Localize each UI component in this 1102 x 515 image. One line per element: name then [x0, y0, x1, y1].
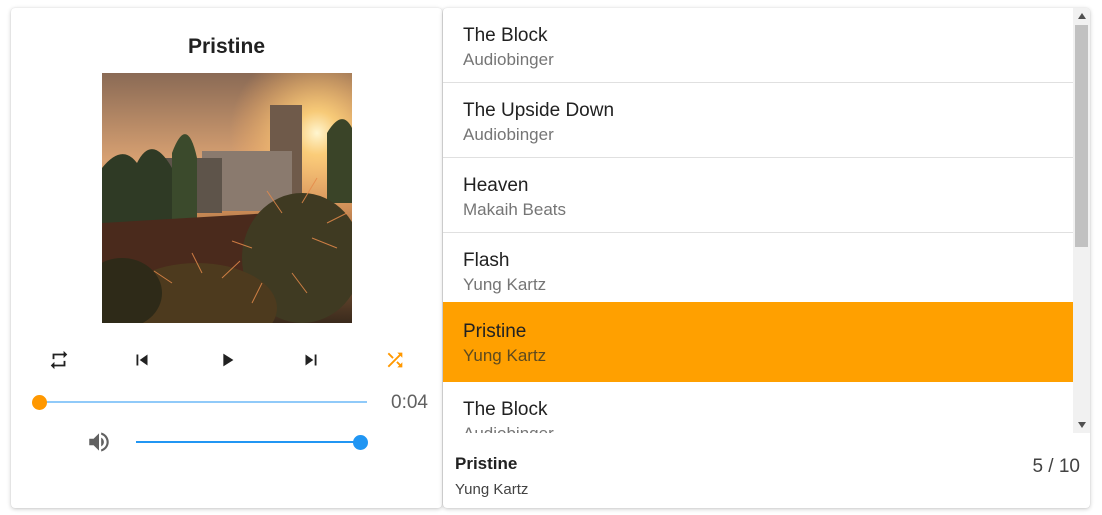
playback-controls: [11, 345, 442, 375]
item-artist: Yung Kartz: [463, 346, 547, 365]
playlist: The Block Audiobinger The Upside Down Au…: [443, 8, 1073, 433]
volume-thumb[interactable]: [353, 435, 368, 450]
progress-thumb[interactable]: [32, 395, 47, 410]
playlist-item[interactable]: The Block Audiobinger: [443, 382, 1073, 433]
previous-button[interactable]: [127, 345, 157, 375]
playlist-item[interactable]: Flash Yung Kartz: [443, 233, 1073, 308]
volume-track[interactable]: [136, 441, 360, 443]
now-playing-title: Pristine: [455, 454, 518, 473]
item-artist: Makaih Beats: [463, 200, 566, 219]
arrow-down-icon: [1077, 422, 1086, 428]
track-counter: 5 / 10: [1032, 456, 1080, 477]
repeat-icon: [50, 350, 68, 370]
scroll-up-button[interactable]: [1073, 8, 1090, 24]
play-icon: [223, 353, 234, 367]
progress-track[interactable]: [39, 401, 367, 403]
album-cover: [102, 73, 352, 323]
skip-next-icon: [305, 354, 317, 366]
play-button[interactable]: [212, 345, 242, 375]
arrow-up-icon: [1077, 13, 1086, 19]
item-title: Heaven: [463, 175, 529, 196]
scroll-thumb[interactable]: [1075, 25, 1088, 247]
playlist-item-active[interactable]: Pristine Yung Kartz: [443, 302, 1073, 382]
shuffle-button[interactable]: [380, 345, 410, 375]
item-title: Flash: [463, 250, 510, 271]
volume-button[interactable]: [86, 429, 112, 455]
playlist-item[interactable]: The Block Audiobinger: [443, 8, 1073, 83]
playlist-item[interactable]: The Upside Down Audiobinger: [443, 83, 1073, 158]
album-cover-image: [102, 73, 352, 323]
playlist-item[interactable]: Heaven Makaih Beats: [443, 158, 1073, 233]
item-title: Pristine: [463, 321, 527, 342]
item-title: The Block: [463, 25, 548, 46]
volume-up-icon: [89, 432, 109, 452]
scroll-down-button[interactable]: [1073, 417, 1090, 433]
item-artist: Audiobinger: [463, 50, 554, 69]
item-artist: Yung Kartz: [463, 275, 547, 294]
next-button[interactable]: [296, 345, 326, 375]
playlist-card: The Block Audiobinger The Upside Down Au…: [443, 8, 1090, 508]
elapsed-time: 0:04: [391, 392, 428, 413]
item-artist: Audiobinger: [463, 125, 554, 144]
item-title: The Block: [463, 399, 548, 420]
playlist-scrollbar[interactable]: [1073, 8, 1090, 433]
track-title: Pristine: [187, 35, 266, 58]
now-playing-artist: Yung Kartz: [455, 481, 529, 498]
repeat-button[interactable]: [44, 345, 74, 375]
skip-previous-icon: [136, 354, 148, 366]
item-artist: Audiobinger: [463, 423, 1053, 433]
shuffle-icon: [387, 352, 403, 368]
item-title: The Upside Down: [463, 100, 615, 121]
player-card: Pristine 0:04: [11, 8, 442, 508]
